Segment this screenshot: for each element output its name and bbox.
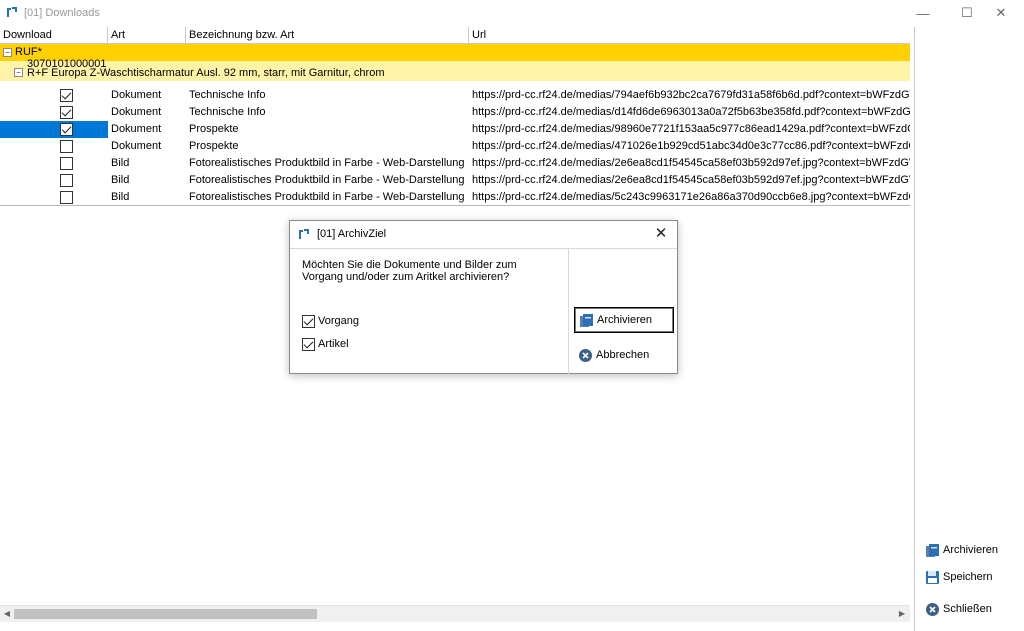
art-cell: Bild <box>111 157 130 169</box>
bezeichnung-cell: Fotorealistisches Produktbild in Farbe -… <box>189 174 465 186</box>
bezeichnung-cell: Prospekte <box>189 123 239 135</box>
download-checkbox[interactable] <box>60 174 73 187</box>
download-cell[interactable] <box>0 138 108 155</box>
url-cell: https://prd-cc.rf24.de/medias/2e6ea8cd1f… <box>472 157 910 169</box>
group-label: RUF* <box>15 46 42 58</box>
table-row[interactable]: Dokument Technische Info https://prd-cc.rf… <box>0 104 910 121</box>
download-checkbox[interactable] <box>60 89 73 102</box>
art-cell: Dokument <box>111 89 162 101</box>
close-button[interactable]: Schließen <box>925 599 992 619</box>
article-name: R+F Europa Z-Waschtischarmatur Ausl. 92 … <box>27 67 385 79</box>
art-cell: Dokument <box>111 140 162 152</box>
download-cell[interactable] <box>0 87 108 104</box>
option-artikel[interactable]: Artikel <box>302 337 349 351</box>
bezeichnung-cell: Fotorealistisches Produktbild in Farbe -… <box>189 157 465 169</box>
dialog-archive-button[interactable]: Archivieren <box>574 307 674 333</box>
bezeichnung-cell: Technische Info <box>189 106 266 118</box>
app-logo-icon <box>7 7 17 17</box>
column-header-download[interactable]: Download <box>0 27 108 44</box>
table-row[interactable]: Bild Fotorealistisches Produktbild in Far… <box>0 172 910 189</box>
dialog-archive-label: Archivieren <box>597 314 653 326</box>
save-button[interactable]: Speichern <box>925 567 993 587</box>
download-cell[interactable] <box>0 189 108 205</box>
action-panel: Archivieren Speichern Schließen <box>914 27 1024 631</box>
group-row-manufacturer[interactable]: − RUF* <box>0 44 910 61</box>
art-cell: Bild <box>111 174 130 186</box>
scrollbar-thumb[interactable] <box>14 609 317 619</box>
download-cell[interactable] <box>0 172 108 189</box>
close-window-button[interactable]: ✕ <box>978 0 1024 26</box>
dialog-message: Möchten Sie die Dokumente und Bilder zum… <box>302 259 517 283</box>
bezeichnung-cell: Prospekte <box>189 140 239 152</box>
url-cell: https://prd-cc.rf24.de/medias/794aef6b93… <box>472 89 910 101</box>
option-vorgang[interactable]: Vorgang <box>302 314 359 328</box>
archive-button[interactable]: Archivieren <box>925 540 998 560</box>
save-label: Speichern <box>943 571 993 583</box>
download-checkbox[interactable] <box>60 123 73 136</box>
floppy-disk-icon <box>926 570 939 584</box>
url-cell: https://prd-cc.rf24.de/medias/471026e1b9… <box>472 140 910 152</box>
archive-target-dialog: [01] ArchivZiel ✕ Möchten Sie die Dokume… <box>289 220 678 374</box>
table-row[interactable]: Bild Fotorealistisches Produktbild in Far… <box>0 189 910 205</box>
column-header-bezeichnung[interactable]: Bezeichnung bzw. Art <box>186 27 469 44</box>
scroll-right-icon[interactable]: ▶ <box>897 609 907 619</box>
scroll-left-icon[interactable]: ◀ <box>2 609 12 619</box>
vorgang-checkbox[interactable] <box>302 314 315 328</box>
bezeichnung-cell: Fotorealistisches Produktbild in Farbe -… <box>189 191 465 203</box>
collapse-article-icon[interactable]: − <box>14 68 23 77</box>
bezeichnung-cell: Technische Info <box>189 89 266 101</box>
collapse-group-icon[interactable]: − <box>3 48 12 57</box>
dialog-body: Möchten Sie die Dokumente und Bilder zum… <box>290 248 677 374</box>
window-title: [01] Downloads <box>24 7 100 19</box>
art-cell: Dokument <box>111 106 162 118</box>
table-row[interactable]: Bild Fotorealistisches Produktbild in Far… <box>0 155 910 172</box>
download-cell[interactable] <box>0 155 108 172</box>
dialog-cancel-button[interactable]: Abbrechen <box>574 342 674 368</box>
archive-label: Archivieren <box>943 544 999 556</box>
column-header-url[interactable]: Url <box>469 27 910 44</box>
download-checkbox[interactable] <box>60 157 73 170</box>
vorgang-label: Vorgang <box>318 315 359 327</box>
download-checkbox[interactable] <box>60 106 73 119</box>
app-logo-icon <box>299 229 309 239</box>
download-cell[interactable] <box>0 121 108 138</box>
url-cell: https://prd-cc.rf24.de/medias/2e6ea8cd1f… <box>472 174 910 186</box>
table-row[interactable]: Dokument Technische Info https://prd-cc.rf… <box>0 87 910 104</box>
dialog-titlebar: [01] ArchivZiel ✕ <box>290 221 677 247</box>
art-cell: Dokument <box>111 123 162 135</box>
download-checkbox[interactable] <box>60 140 73 153</box>
url-cell: https://prd-cc.rf24.de/medias/d14fd6de69… <box>472 106 910 118</box>
artikel-label: Artikel <box>318 338 349 350</box>
art-cell: Bild <box>111 191 130 203</box>
dialog-title: [01] ArchivZiel <box>317 228 387 240</box>
minimize-button[interactable]: — <box>900 0 946 26</box>
window-titlebar: [01] Downloads — ☐ ✕ <box>0 0 1024 26</box>
table-row[interactable]: Dokument Prospekte https://prd-cc.rf24.de/… <box>0 138 910 155</box>
close-circle-icon <box>926 602 939 616</box>
close-label: Schließen <box>943 603 992 615</box>
dialog-close-button[interactable]: ✕ <box>650 224 672 244</box>
download-checkbox[interactable] <box>60 191 73 204</box>
url-cell: https://prd-cc.rf24.de/medias/98960e7721… <box>472 123 910 135</box>
archive-icon <box>926 543 939 557</box>
dialog-divider <box>568 249 569 374</box>
artikel-checkbox[interactable] <box>302 337 315 351</box>
url-cell: https://prd-cc.rf24.de/medias/5c243c9963… <box>472 191 910 203</box>
table-row[interactable]: Dokument Prospekte https://prd-cc.rf24.de/… <box>0 121 910 138</box>
download-cell[interactable] <box>0 104 108 121</box>
downloads-grid: Download Art Bezeichnung bzw. Art Url − … <box>0 27 910 206</box>
grid-header: Download Art Bezeichnung bzw. Art Url <box>0 27 910 44</box>
column-header-art[interactable]: Art <box>108 27 186 44</box>
archive-icon <box>580 313 593 327</box>
dialog-cancel-label: Abbrechen <box>596 349 650 361</box>
close-circle-icon <box>579 348 592 362</box>
horizontal-scrollbar[interactable]: ◀ ▶ <box>0 605 910 622</box>
